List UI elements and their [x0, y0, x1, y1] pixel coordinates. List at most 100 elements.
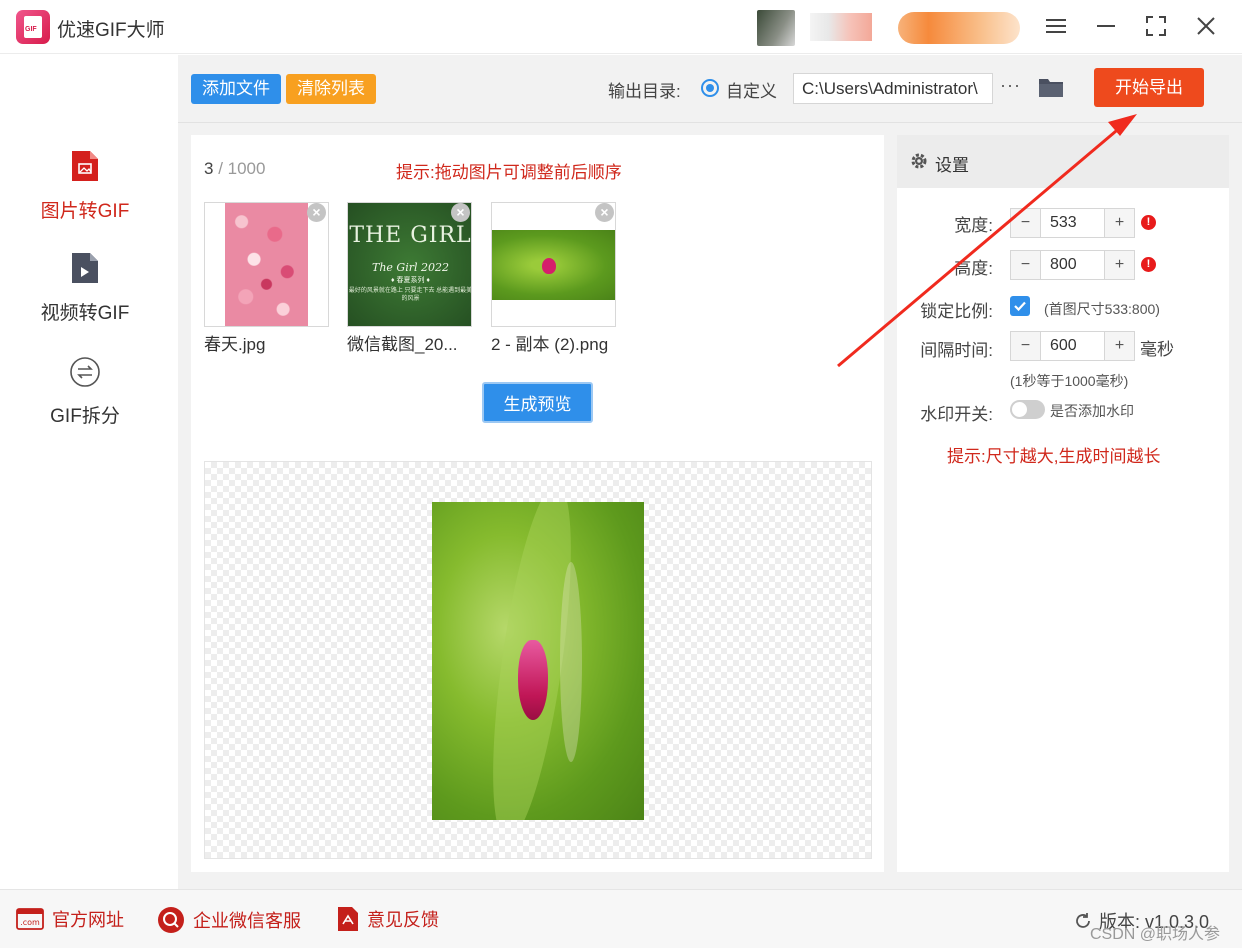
settings-header: 设置 — [897, 135, 1229, 188]
sidebar-item-label: 视频转GIF — [40, 303, 130, 324]
clear-list-button[interactable]: 清除列表 — [286, 74, 376, 104]
preview-image — [432, 502, 644, 820]
poster-subtitle: The Girl 2022 — [372, 261, 449, 274]
wechat-service-label: 企业微信客服 — [193, 911, 301, 931]
sidebar: 图片转GIF 视频转GIF GIF拆分 — [0, 55, 178, 889]
lock-ratio-checkbox[interactable] — [1010, 296, 1030, 316]
video-file-icon — [70, 251, 100, 290]
height-stepper: − 800 + — [1010, 250, 1135, 280]
wechat-service-link[interactable]: 企业微信客服 — [157, 906, 301, 934]
add-file-button[interactable]: 添加文件 — [191, 74, 281, 104]
poster-title: THE GIRL — [349, 223, 472, 248]
file-thumbnail[interactable]: THE GIRL The Girl 2022 ♦ 春夏系列 ♦ 最好的风景就在路… — [347, 202, 472, 327]
lock-ratio-label: 锁定比例: — [920, 302, 993, 321]
interval-input[interactable]: 600 — [1040, 332, 1105, 360]
website-icon: .com — [16, 908, 44, 930]
height-increase-button[interactable]: + — [1105, 251, 1134, 279]
lock-ratio-note: (首图尺寸533:800) — [1044, 301, 1160, 317]
watermark-label: 水印开关: — [920, 405, 993, 424]
official-site-label: 官方网址 — [52, 910, 124, 930]
file-count: 3 / 1000 — [204, 159, 265, 179]
height-input[interactable]: 800 — [1040, 251, 1105, 279]
main-area: 添加文件 清除列表 输出目录: 自定义 C:\Users\Administrat… — [178, 55, 1242, 889]
roses-image — [225, 203, 308, 326]
open-folder-button[interactable] — [1038, 76, 1064, 103]
feedback-label: 意见反馈 — [367, 910, 439, 930]
close-icon — [1197, 17, 1215, 35]
file-name: 春天.jpg — [204, 335, 266, 354]
sidebar-item-label: 图片转GIF — [40, 201, 130, 222]
interval-decrease-button[interactable]: − — [1011, 332, 1040, 360]
sidebar-item-image-to-gif[interactable]: 图片转GIF — [0, 149, 170, 223]
csdn-watermark: CSDN @职场人参 — [1090, 926, 1221, 943]
watermark-note: 是否添加水印 — [1050, 403, 1134, 419]
file-name: 微信截图_20... — [347, 335, 458, 354]
girl-poster-image: THE GIRL The Girl 2022 ♦ 春夏系列 ♦ 最好的风景就在路… — [348, 203, 472, 326]
interval-note: (1秒等于1000毫秒) — [1010, 373, 1129, 389]
svg-text:.com: .com — [20, 918, 40, 927]
logo-text: GIF — [25, 26, 37, 33]
check-icon — [1014, 301, 1026, 312]
remove-file-button[interactable]: × — [451, 203, 470, 222]
output-path-input[interactable]: C:\Users\Administrator\ — [793, 73, 993, 104]
feedback-link[interactable]: 意见反馈 — [337, 906, 439, 932]
user-avatar[interactable] — [757, 10, 795, 46]
interval-stepper: − 600 + — [1010, 331, 1135, 361]
height-decrease-button[interactable]: − — [1011, 251, 1040, 279]
image-file-icon — [70, 149, 100, 188]
app-title: 优速GIF大师 — [57, 20, 165, 41]
user-name-blurred — [810, 13, 872, 41]
generate-preview-button[interactable]: 生成预览 — [482, 382, 593, 423]
flower-bud-image — [492, 230, 615, 300]
gif-preview-area — [204, 461, 872, 859]
file-thumbnail[interactable] — [491, 202, 616, 327]
start-export-button[interactable]: 开始导出 — [1094, 68, 1204, 107]
menu-button[interactable] — [1038, 10, 1074, 42]
custom-dir-radio[interactable] — [701, 79, 719, 97]
size-tip: 提示:尺寸越大,生成时间越长 — [947, 447, 1161, 466]
watermark-toggle[interactable] — [1010, 400, 1045, 419]
title-bar: GIF 优速GIF大师 — [0, 0, 1242, 54]
chat-icon — [158, 907, 184, 933]
width-increase-button[interactable]: + — [1105, 209, 1134, 237]
sidebar-item-label: GIF拆分 — [50, 406, 120, 427]
gear-icon — [911, 153, 927, 169]
width-warning-icon: ! — [1141, 215, 1156, 230]
width-stepper: − 533 + — [1010, 208, 1135, 238]
footer-bar: .com 官方网址 企业微信客服 意见反馈 版本: v1.0.3.0 CSDN … — [0, 889, 1242, 948]
poster-tag: ♦ 春夏系列 ♦ — [390, 277, 431, 284]
output-dir-label: 输出目录: — [608, 82, 681, 101]
file-count-value: 3 — [204, 159, 214, 178]
menu-icon — [1046, 19, 1066, 33]
maximize-icon — [1146, 16, 1166, 36]
width-input[interactable]: 533 — [1040, 209, 1105, 237]
interval-increase-button[interactable]: + — [1105, 332, 1134, 360]
custom-dir-label: 自定义 — [726, 82, 777, 101]
settings-title: 设置 — [935, 156, 969, 175]
remove-file-button[interactable]: × — [307, 203, 326, 222]
minimize-button[interactable] — [1088, 10, 1124, 42]
more-options-button[interactable]: ··· — [1000, 75, 1021, 96]
height-label: 高度: — [954, 259, 993, 278]
minimize-icon — [1097, 25, 1115, 27]
official-site-link[interactable]: .com 官方网址 — [16, 906, 124, 932]
height-warning-icon: ! — [1141, 257, 1156, 272]
sidebar-item-gif-split[interactable]: GIF拆分 — [0, 356, 170, 428]
split-icon — [69, 356, 101, 393]
feedback-icon — [338, 907, 358, 931]
app-logo-icon: GIF — [16, 10, 50, 44]
file-count-max: / 1000 — [218, 159, 266, 178]
maximize-button[interactable] — [1138, 10, 1174, 42]
interval-label: 间隔时间: — [920, 341, 993, 360]
toolbar: 添加文件 清除列表 输出目录: 自定义 C:\Users\Administrat… — [178, 55, 1242, 123]
sidebar-item-video-to-gif[interactable]: 视频转GIF — [0, 251, 170, 325]
remove-file-button[interactable]: × — [595, 203, 614, 222]
vip-badge-blurred[interactable] — [898, 12, 1020, 44]
width-decrease-button[interactable]: − — [1011, 209, 1040, 237]
interval-unit: 毫秒 — [1140, 340, 1174, 359]
close-button[interactable] — [1188, 10, 1224, 42]
settings-panel: 设置 宽度: − 533 + ! 高度: − 800 + ! 锁定比例: (首图… — [897, 135, 1229, 872]
file-list-panel: 3 / 1000 提示:拖动图片可调整前后顺序 × 春天.jpg THE GIR… — [191, 135, 884, 872]
folder-icon — [1039, 79, 1063, 97]
file-thumbnail[interactable] — [204, 202, 329, 327]
